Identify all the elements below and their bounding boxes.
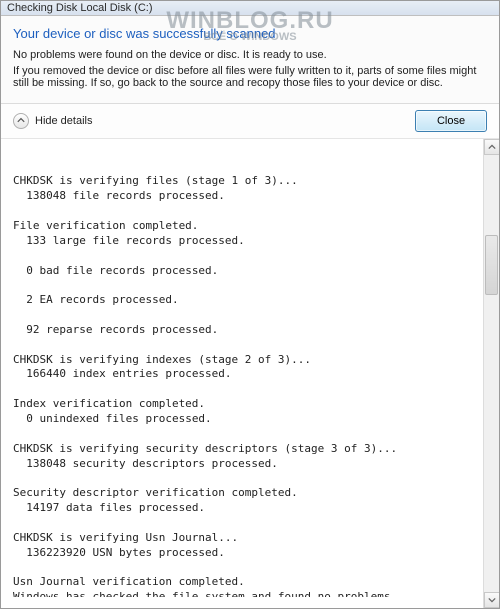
titlebar: Checking Disk Local Disk (C:): [1, 1, 499, 16]
scroll-up-button[interactable]: [484, 139, 500, 155]
chkdsk-window: WINBLOG.RU ВСЁ О WINDOWS Checking Disk L…: [0, 0, 500, 609]
chkdsk-log[interactable]: CHKDSK is verifying files (stage 1 of 3)…: [1, 150, 483, 597]
hide-details-toggle[interactable]: Hide details: [13, 113, 92, 129]
result-note: If you removed the device or disc before…: [13, 65, 487, 89]
chevron-up-icon: [13, 113, 29, 129]
scroll-thumb[interactable]: [485, 235, 498, 295]
details-bar: Hide details Close: [1, 104, 499, 139]
scrollbar[interactable]: [483, 139, 499, 608]
header-area: Your device or disc was successfully sca…: [1, 16, 499, 104]
result-summary: No problems were found on the device or …: [13, 49, 487, 61]
scroll-down-button[interactable]: [484, 592, 500, 608]
hide-details-label: Hide details: [35, 115, 92, 127]
window-title: Checking Disk Local Disk (C:): [7, 2, 152, 14]
scroll-track[interactable]: [484, 155, 499, 592]
log-viewport: CHKDSK is verifying files (stage 1 of 3)…: [1, 139, 499, 608]
result-heading: Your device or disc was successfully sca…: [13, 26, 487, 41]
close-button[interactable]: Close: [415, 110, 487, 132]
